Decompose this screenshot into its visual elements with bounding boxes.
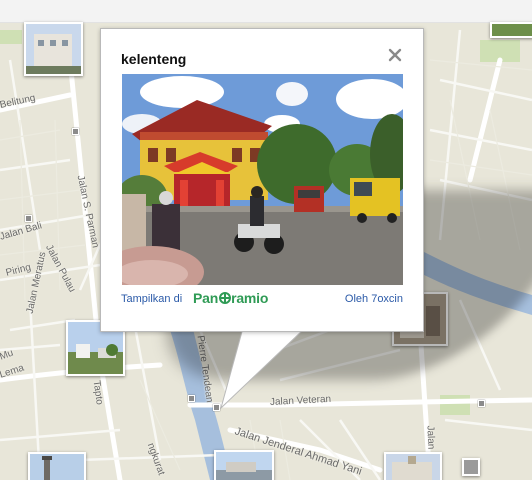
- photo-thumbnail[interactable]: [28, 452, 86, 480]
- popup-title: kelenteng: [121, 51, 187, 67]
- photo-thumbnail[interactable]: [24, 22, 83, 76]
- panoramio-logo-prefix: Pan: [193, 290, 219, 306]
- map-top-bar: [0, 0, 532, 23]
- show-in-panoramio-link[interactable]: Tampilkan di: [121, 293, 182, 305]
- photo-thumbnail[interactable]: [490, 22, 532, 38]
- map-canvas[interactable]: Belitung Jalan S. Parman Jalan Bali Jala…: [0, 0, 532, 480]
- photo-thumbnail[interactable]: [214, 450, 274, 480]
- close-icon[interactable]: [387, 47, 403, 63]
- map-marker[interactable]: [25, 215, 32, 222]
- popup-photo[interactable]: [122, 74, 403, 285]
- info-window: kelenteng Tampilkan di Pan ramio Oleh 7o…: [100, 28, 424, 332]
- popup-pointer: [220, 328, 305, 410]
- map-marker[interactable]: [478, 400, 485, 407]
- panoramio-logo-o-icon: [218, 292, 231, 304]
- map-marker[interactable]: [72, 128, 79, 135]
- panoramio-logo-suffix: ramio: [231, 290, 269, 306]
- photo-thumbnail[interactable]: [462, 458, 480, 476]
- author-link[interactable]: Oleh 7oxcin: [345, 293, 403, 305]
- photo-thumbnail[interactable]: [384, 452, 442, 480]
- map-marker[interactable]: [188, 395, 195, 402]
- popup-footer: Tampilkan di Pan ramio Oleh 7oxcin: [121, 290, 403, 307]
- panoramio-logo[interactable]: Pan ramio: [193, 290, 268, 306]
